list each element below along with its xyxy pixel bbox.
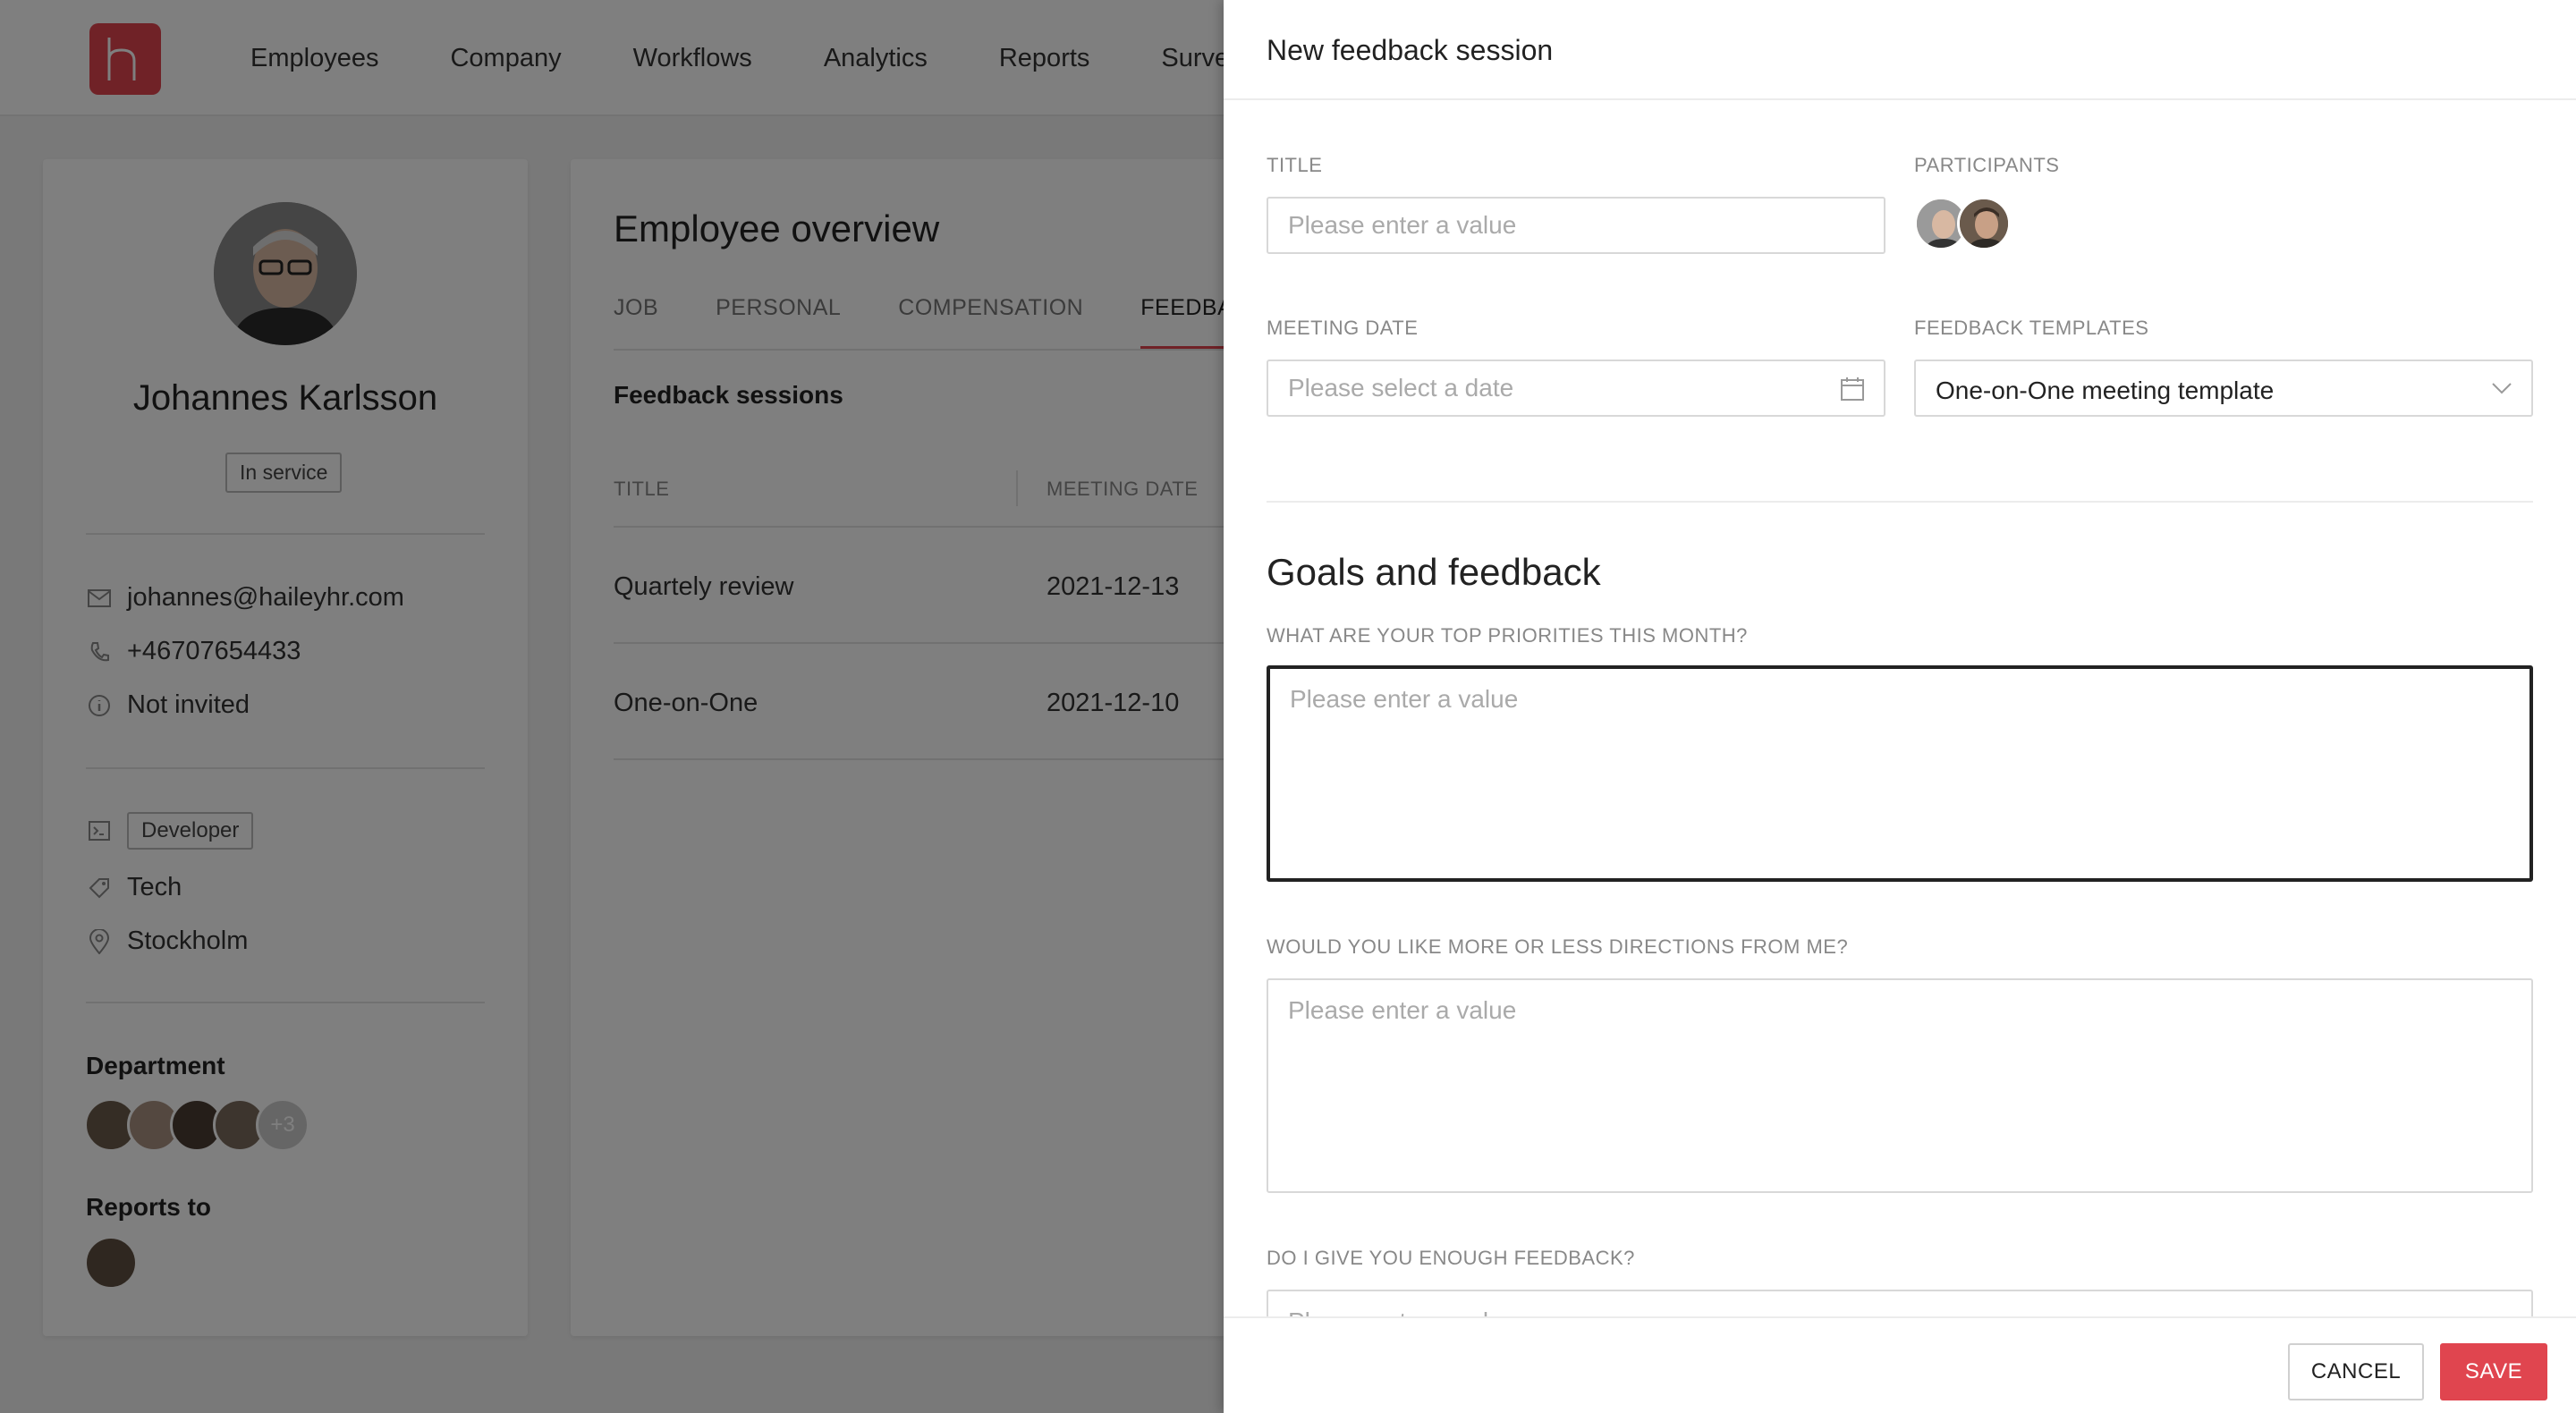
- priorities-textarea-wrapper: [1267, 665, 2533, 882]
- question-label: WHAT ARE YOUR TOP PRIORITIES THIS MONTH?: [1267, 624, 1748, 647]
- drawer-header: New feedback session: [1224, 0, 2576, 100]
- calendar-icon[interactable]: [1841, 377, 1864, 405]
- meeting-date-input[interactable]: [1268, 361, 1884, 415]
- template-select[interactable]: One-on-One meeting template: [1914, 360, 2533, 417]
- title-label: TITLE: [1267, 154, 1323, 176]
- directions-textarea[interactable]: [1268, 980, 2531, 1191]
- templates-label: FEEDBACK TEMPLATES: [1914, 317, 2149, 339]
- title-input[interactable]: [1268, 199, 1884, 252]
- meeting-date-label: MEETING DATE: [1267, 317, 1419, 339]
- template-select-value: One-on-One meeting template: [1936, 377, 2275, 404]
- meeting-date-wrapper: [1267, 360, 1885, 417]
- question-label: DO I GIVE YOU ENOUGH FEEDBACK?: [1267, 1247, 1635, 1269]
- question-label: WOULD YOU LIKE MORE OR LESS DIRECTIONS F…: [1267, 935, 1849, 958]
- chevron-down-icon: [2492, 381, 2512, 400]
- goals-section-title: Goals and feedback: [1267, 551, 1601, 593]
- drawer-title: New feedback session: [1267, 34, 1554, 66]
- new-feedback-session-drawer: New feedback session TITLE PARTICIPANTS …: [1224, 0, 2576, 1413]
- priorities-textarea[interactable]: [1270, 669, 2529, 878]
- participants-label: PARTICIPANTS: [1914, 154, 2060, 176]
- title-input-wrapper: [1267, 197, 1885, 254]
- participant-avatar[interactable]: [1957, 197, 2011, 250]
- directions-textarea-wrapper: [1267, 978, 2533, 1193]
- drawer-footer: CANCEL SAVE: [1224, 1316, 2576, 1413]
- section-divider: [1267, 501, 2533, 503]
- cancel-button[interactable]: CANCEL: [2288, 1343, 2424, 1400]
- save-button[interactable]: SAVE: [2440, 1343, 2547, 1400]
